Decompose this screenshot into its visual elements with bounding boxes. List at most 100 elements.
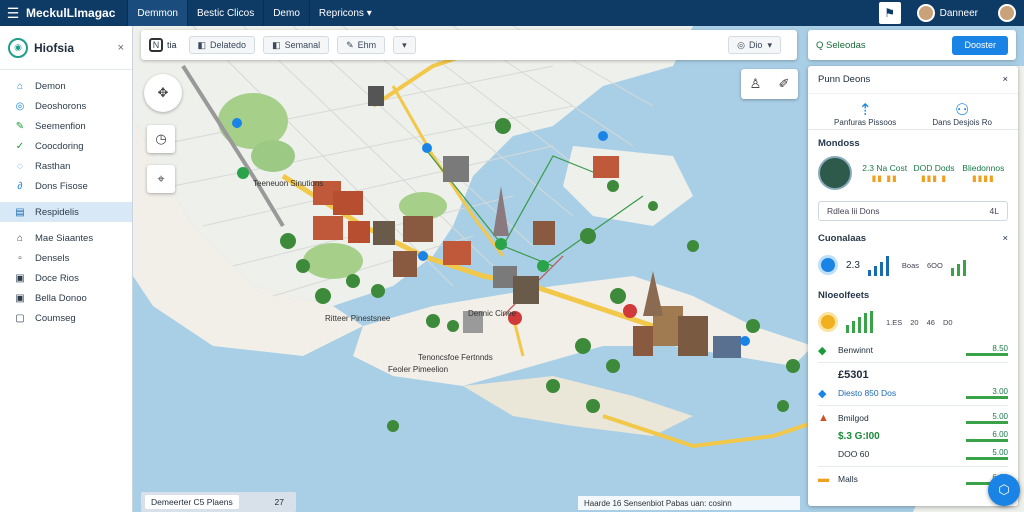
list-item[interactable]: $.3 G:I00 6.00 <box>818 427 1008 445</box>
panel-search-input[interactable]: Rdlea lii Dons 4L <box>818 201 1008 221</box>
filter-chip-1[interactable]: ◧ Delatedo <box>188 36 256 54</box>
marker-icon: ▬ <box>818 473 829 485</box>
list-item[interactable]: ▬Malls6.00 <box>818 470 1008 488</box>
filter-chip-3[interactable]: ✎ Ehm <box>337 36 386 54</box>
park-2 <box>251 140 295 172</box>
mini-bar-chart-3 <box>846 311 876 333</box>
chart-row-a: 2.3 Boas 6OO <box>808 248 1018 282</box>
pencil-icon: ✎ <box>346 39 354 50</box>
card2-icon: ▣ <box>15 292 25 304</box>
sidebar-item2-1[interactable]: ▫ Densels <box>0 248 132 268</box>
divider <box>818 405 1008 406</box>
north-arrow-icon[interactable]: N <box>149 38 163 52</box>
close-icon[interactable]: × <box>1002 233 1008 244</box>
list-item-amount: 5.00 <box>966 448 1008 460</box>
sidebar-item-label: Doce Rios <box>35 272 79 284</box>
panel-tab-1[interactable]: ⇡ Panfuras Pissoos <box>834 100 896 127</box>
draw-icon[interactable]: ✐ <box>778 76 789 92</box>
stat-value: DOD Dods <box>913 162 955 173</box>
sidebar-item-label: Mae Siaantes <box>35 232 94 244</box>
list-item-label: Malls <box>838 474 858 484</box>
chip-label: Ehm <box>357 40 377 50</box>
sidebar-item-4[interactable]: ◌ Rasthan <box>0 156 132 176</box>
bookmark-icon[interactable]: ⚑ <box>878 2 901 24</box>
sidebar-item2-2[interactable]: ▣ Doce Rios <box>0 268 132 288</box>
filter-icon: ◧ <box>272 39 281 50</box>
chevron-down-icon: ▾ <box>767 39 772 50</box>
layers-icon: ▤ <box>15 206 25 218</box>
sidebar-title: Hiofsia <box>34 40 75 55</box>
recenter-icon[interactable]: ⌖ <box>147 165 175 193</box>
stat-bars: ▮▮ ▮▮ <box>871 172 898 183</box>
list-item-label: Diesto 850 Dos <box>838 388 897 398</box>
map-toolbar: N tia ◧ Delatedo ◧ Semanal ✎ Ehm ▾ ◎ Dio ▾ <box>141 30 797 60</box>
panel-tab-label: Panfuras Pissoos <box>834 118 897 127</box>
scale-bar: Demeerter C5 Plaens 27 <box>141 492 296 512</box>
marker-icon: ▲ <box>818 412 829 424</box>
sidebar-item-5[interactable]: ∂ Dons Fisose <box>0 176 132 196</box>
poi-list: ◆ Benwinnt 8.50 £5301 ◆ Diesto 850 Dos 3.00 ▲ Bm… <box>808 339 1018 490</box>
house-icon: ⌂ <box>16 80 24 92</box>
selection-label[interactable]: Q Seleodas <box>816 40 952 51</box>
sidebar-item2-0[interactable]: ⌂ Mae Siaantes <box>0 228 132 248</box>
sidebar-item2-3[interactable]: ▣ Bella Donoo <box>0 288 132 308</box>
panel-title: Punn Deons <box>818 74 871 85</box>
tab-demo[interactable]: Demo <box>263 0 309 26</box>
stat-2: DOD Dods ▮▮▮ ▮ <box>909 163 958 184</box>
dropdown-button[interactable]: ▾ <box>393 36 416 54</box>
sidebar-item-2[interactable]: ✎ Seemenfion <box>0 116 132 136</box>
panel-tab-2[interactable]: ⚇ Dans Desjois Ro <box>932 100 992 127</box>
tab-repricons[interactable]: Repricons ▾ <box>308 0 381 26</box>
park-4 <box>399 192 447 220</box>
list-item[interactable]: ◆ Benwinnt 8.50 <box>818 341 1008 359</box>
panel-tab-label: Dans Desjois Ro <box>932 118 992 127</box>
chart-icon: ⚇ <box>954 102 970 119</box>
compass-icon[interactable]: ✥ <box>144 74 182 112</box>
section-title: Nloeolfeets <box>818 290 870 301</box>
sidebar-item-label: Coumseg <box>35 312 76 324</box>
hamburger-menu-icon[interactable]: ☰ <box>0 0 26 26</box>
locate-icon[interactable]: ◷ <box>147 125 175 153</box>
sidebar-item-respidelis[interactable]: ▤ Respidelis <box>0 202 132 222</box>
app-title: MeckulLlmagac <box>26 6 116 20</box>
section-header: Cuonalaas × <box>808 229 1018 248</box>
list-item-label: £5301 <box>838 369 869 381</box>
list-item[interactable]: ◆ Diesto 850 Dos 3.00 <box>818 384 1008 402</box>
tab-repricons-label: Repricons <box>318 7 364 19</box>
row-label: D0 <box>942 317 953 327</box>
list-item-amount: 5.00 <box>966 412 1008 424</box>
filter-chip-2[interactable]: ◧ Semanal <box>263 36 330 54</box>
search-suffix: 4L <box>989 206 999 216</box>
secondary-avatar[interactable] <box>998 4 1016 22</box>
list-item[interactable]: DOO 60 5.00 <box>818 445 1008 463</box>
sidebar-item-3[interactable]: ✓ Coocdoring <box>0 136 132 156</box>
row-value: 2.3 <box>846 259 860 271</box>
tab-demmon[interactable]: Demmon <box>127 0 187 26</box>
park-3 <box>303 243 363 279</box>
list-item[interactable]: ▲ Bmilgod 5.00 <box>818 409 1008 427</box>
sidebar-header: ◉ Hiofsia × <box>0 26 132 70</box>
location-selector[interactable]: ◎ Dio ▾ <box>728 36 781 54</box>
marker-icon: ◆ <box>818 344 827 357</box>
sidebar-item-label: Respidelis <box>35 206 79 218</box>
sidebar-item-0[interactable]: ⌂ Demon <box>0 76 132 96</box>
sidebar-item-label: Densels <box>35 252 70 264</box>
layers-fab-icon[interactable]: ⬡ <box>988 474 1020 506</box>
check-icon: ✓ <box>15 140 25 152</box>
map-attribution: Haarde 16 Sensenbiot Pabas uan: cosinn <box>578 496 800 510</box>
list-item-amount: 6.00 <box>966 430 1008 442</box>
booster-button[interactable]: Dooster <box>952 35 1008 55</box>
user-menu[interactable]: Danneer <box>916 4 978 22</box>
close-icon[interactable]: × <box>1002 74 1008 85</box>
sidebar-item-1[interactable]: ◎ Deoshorons <box>0 96 132 116</box>
sidebar-item-label: Rasthan <box>35 160 71 172</box>
person-icon[interactable]: ♙ <box>750 76 762 92</box>
panel-tabs: ⇡ Panfuras Pissoos ⚇ Dans Desjois Ro <box>808 94 1018 130</box>
section-title: Cuonalaas <box>818 233 867 244</box>
list-item[interactable]: £5301 <box>818 366 1008 384</box>
map-label-2: Dennic Cinee <box>468 309 517 318</box>
sidebar-item2-4[interactable]: ▢ Coumseg <box>0 308 132 328</box>
tab-bestic-clicos[interactable]: Bestic Clicos <box>186 0 263 26</box>
stat-bars: ▮▮▮ ▮ <box>920 172 948 183</box>
close-icon[interactable]: × <box>118 42 124 54</box>
